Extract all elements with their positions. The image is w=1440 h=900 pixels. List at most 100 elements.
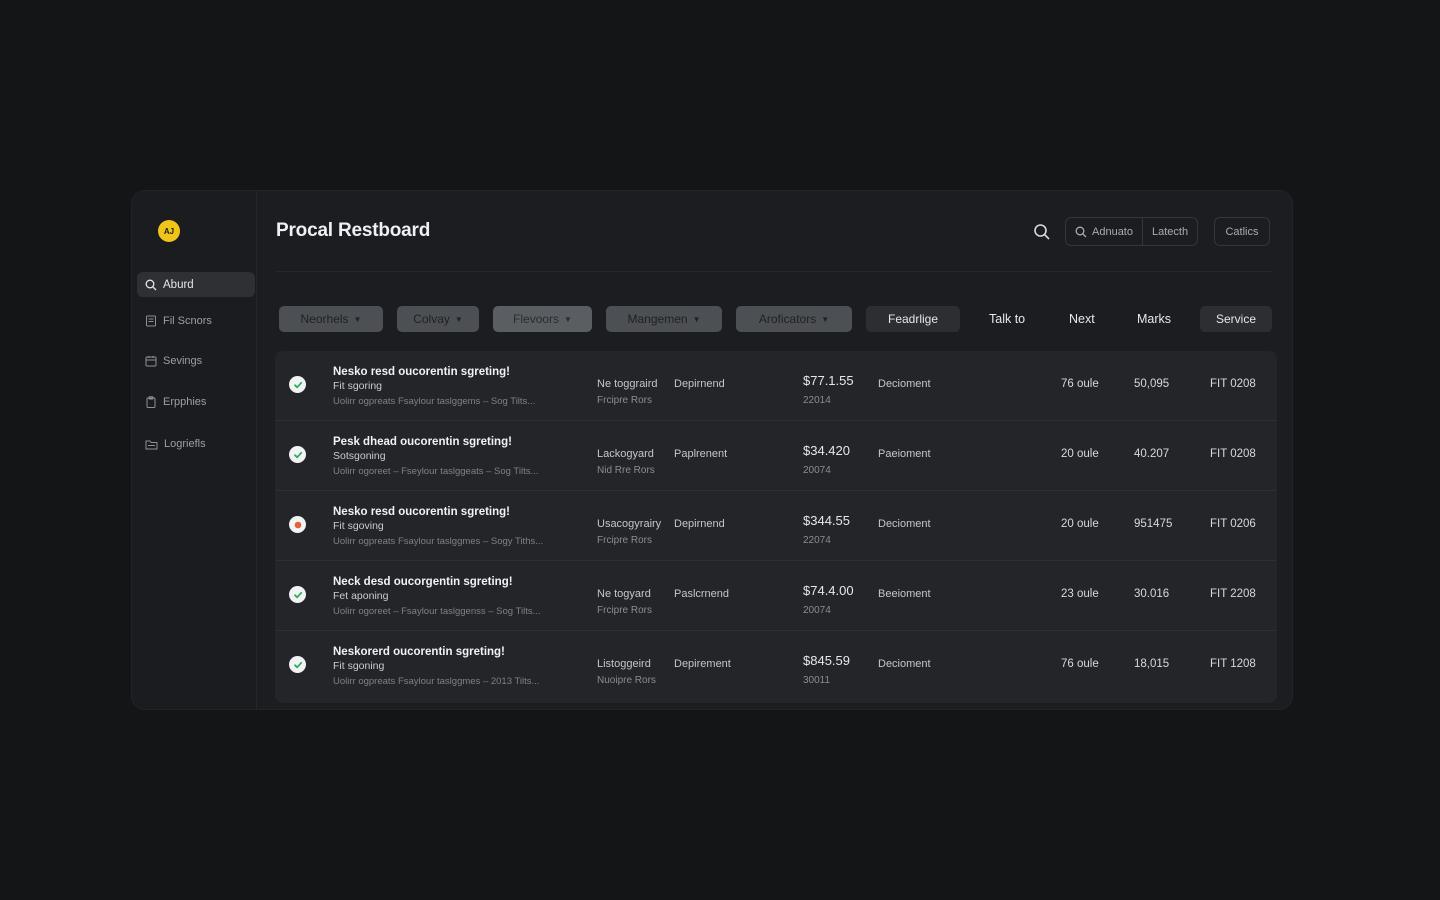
search-icon [145, 279, 157, 290]
filter-dropdown-2[interactable]: Colvay ▼ [397, 306, 479, 332]
chevron-down-icon: ▼ [821, 314, 830, 324]
filter-dropdown-3[interactable]: Flevoors ▼ [493, 306, 592, 332]
row-status-text: Decioment [878, 518, 931, 530]
row-department: Depirnend [674, 518, 725, 530]
row-price: $34.420 [803, 443, 850, 458]
sidebar-item-4[interactable]: Logriefls [145, 434, 206, 454]
row-price-sub: 20074 [803, 605, 831, 616]
page-title: Procal Restboard [276, 220, 431, 241]
row-detail: Uolirr ogpreats Fsaylour taslggmes – 201… [333, 676, 540, 687]
tab-marks[interactable]: Marks [1137, 306, 1171, 332]
check-icon[interactable] [289, 376, 306, 393]
check-icon[interactable] [289, 446, 306, 463]
row-count: 23 oule [1061, 588, 1099, 600]
row-category: Lackogyard [597, 448, 654, 460]
row-title[interactable]: Pesk dhead oucorentin sgreting! [333, 436, 512, 448]
row-count: 76 oule [1061, 658, 1099, 670]
row-price: $77.1.55 [803, 373, 854, 388]
sidebar: AJ Aburd Fil Scnors Sevings Erpphies Log… [132, 191, 257, 709]
row-price-sub: 20074 [803, 465, 831, 476]
row-detail: Uolirr ogpreats Fsaylour taslggmes – Sog… [333, 536, 544, 547]
row-category: Listoggeird [597, 658, 651, 670]
row-title[interactable]: Nesko resd oucorentin sgreting! [333, 506, 510, 518]
folder-icon [145, 440, 158, 450]
row-subtitle: Fet aponing [333, 590, 389, 602]
row-category-sub: Nuoipre Rors [597, 675, 656, 686]
filter-label: Aroficators [758, 312, 817, 326]
tab-label: Marks [1137, 312, 1172, 326]
check-icon[interactable] [289, 586, 306, 603]
clipboard-icon [146, 396, 156, 408]
filter-dropdown-4[interactable]: Mangemen ▼ [606, 306, 722, 332]
row-title[interactable]: Nesko resd oucorentin sgreting! [333, 366, 510, 378]
row-title[interactable]: Neskorerd oucorentin sgreting! [333, 646, 505, 658]
document-icon [146, 315, 156, 327]
row-value: 40.207 [1134, 448, 1170, 460]
row-count: 76 oule [1061, 378, 1099, 390]
sidebar-item-1[interactable]: Fil Scnors [145, 311, 212, 331]
alert-icon[interactable] [289, 516, 306, 533]
filter-label: Colvay [413, 312, 450, 326]
row-department: Depirnend [674, 378, 725, 390]
tab-label: Next [1069, 312, 1095, 326]
filter-dropdown-1[interactable]: Neorhels ▼ [279, 306, 383, 332]
filter-bar: Neorhels ▼ Colvay ▼ Flevoors ▼ Mangemen … [257, 306, 1292, 332]
row-subtitle: Sotsgoning [333, 450, 386, 462]
sidebar-search[interactable]: Aburd [137, 272, 255, 297]
row-detail: Uolirr ogoreet – Fsaylour taslggenss – S… [333, 606, 541, 617]
row-subtitle: Fit sgoring [333, 380, 383, 392]
chevron-down-icon: ▼ [353, 314, 362, 324]
calendar-icon [145, 356, 157, 367]
row-category-sub: Nid Rre Rors [597, 465, 655, 476]
header-action-button[interactable]: Latecth [1143, 218, 1197, 245]
table-row[interactable]: Nesko resd oucorentin sgreting! Fit sgovi… [275, 491, 1277, 561]
filter-label: Flevoors [513, 312, 560, 326]
header-action-button[interactable]: Catlics [1214, 217, 1270, 246]
row-code: FIT 1208 [1210, 658, 1256, 670]
chevron-down-icon: ▼ [564, 314, 572, 324]
service-label: Service [1215, 312, 1256, 326]
app-logo[interactable]: AJ [158, 220, 180, 242]
table-row[interactable]: Nesko resd oucorentin sgreting! Fit sgori… [275, 351, 1277, 421]
sidebar-item-3[interactable]: Erpphies [145, 392, 206, 412]
header-actions: Adnuato Latecth [1065, 217, 1199, 246]
logo-text: AJ [163, 226, 175, 236]
sidebar-item-2[interactable]: Sevings [145, 351, 202, 371]
filter-dropdown-5[interactable]: Aroficators ▼ [736, 306, 852, 332]
row-subtitle: Fit sgoving [333, 520, 384, 532]
row-value: 50,095 [1134, 378, 1170, 390]
row-department: Depirement [674, 658, 731, 670]
sidebar-item-label: Logriefls [164, 438, 206, 450]
tab-active[interactable]: Feadrlige [866, 306, 960, 332]
tab-talk-to[interactable]: Talk to [989, 306, 1025, 332]
row-department: Paslcrnend [674, 588, 730, 600]
row-category-sub: Frcipre Rors [597, 535, 653, 546]
data-table: Nesko resd oucorentin sgreting! Fit sgori… [275, 351, 1277, 703]
sidebar-item-label: Sevings [163, 355, 203, 367]
table-row[interactable]: Pesk dhead oucorentin sgreting! Sotsgonin… [275, 421, 1277, 491]
filter-label: Neorhels [300, 312, 349, 326]
sidebar-item-label: Fil Scnors [163, 315, 212, 327]
header-action-label: Latecth [1151, 225, 1189, 238]
search-button[interactable] [1033, 223, 1051, 246]
header-action-search[interactable]: Adnuato [1066, 218, 1143, 245]
row-category: Usacogyrairy [597, 518, 662, 530]
service-button[interactable]: Service [1200, 306, 1272, 332]
row-department: Paplrenent [674, 448, 728, 460]
row-subtitle: Fit sgoning [333, 660, 385, 672]
row-status-text: Decioment [878, 658, 931, 670]
row-detail: Uolirr ogoreet – Fseylour taslggeats – S… [333, 466, 539, 477]
tab-next[interactable]: Next [1069, 306, 1095, 332]
table-row[interactable]: Neskorerd oucorentin sgreting! Fit sgonin… [275, 631, 1277, 703]
chevron-down-icon: ▼ [454, 314, 463, 324]
row-price-sub: 22014 [803, 395, 831, 406]
sidebar-search-label: Aburd [163, 278, 194, 291]
check-icon[interactable] [289, 656, 306, 673]
row-count: 20 oule [1061, 518, 1099, 530]
row-title[interactable]: Neck desd oucorgentin sgreting! [333, 576, 513, 588]
row-code: FIT 0208 [1210, 448, 1256, 460]
row-price: $845.59 [803, 653, 850, 668]
table-row[interactable]: Neck desd oucorgentin sgreting! Fet aponi… [275, 561, 1277, 631]
row-status-text: Paeioment [878, 448, 931, 460]
row-price-sub: 30011 [803, 675, 831, 686]
